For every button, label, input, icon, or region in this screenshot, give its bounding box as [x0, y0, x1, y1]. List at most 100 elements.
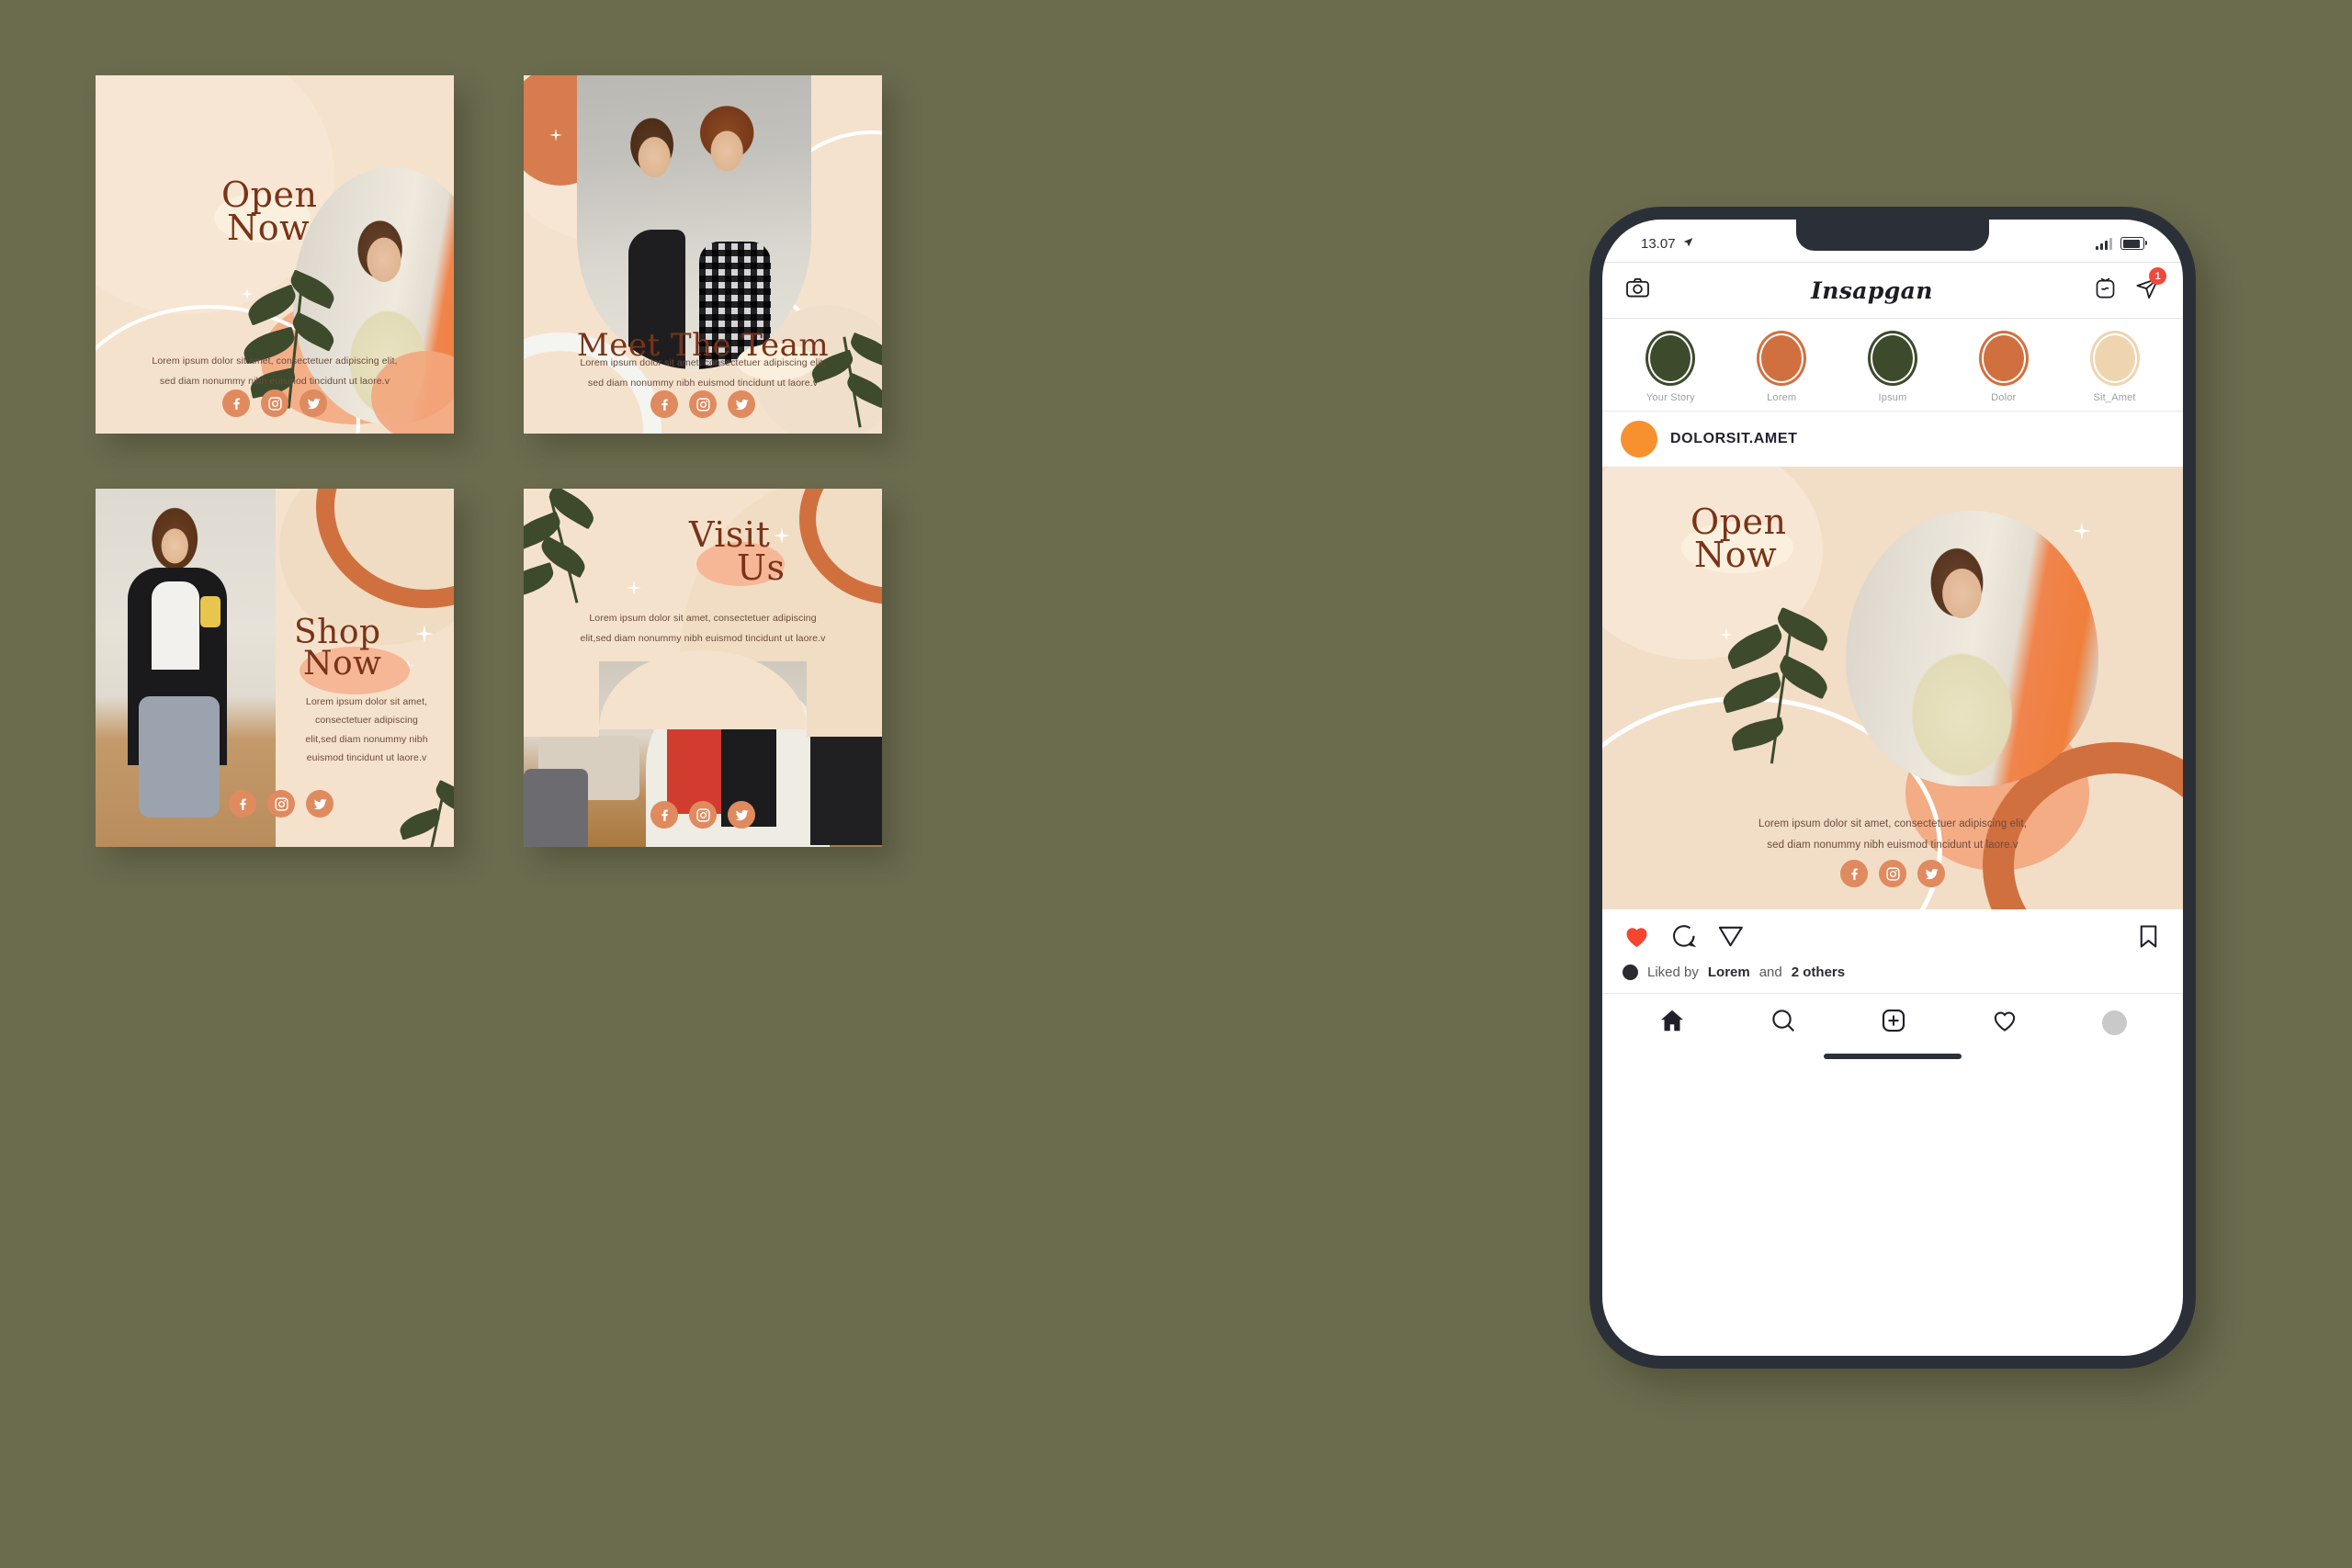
likes-middle: and — [1758, 964, 1782, 980]
card-photo — [577, 75, 811, 369]
twitter-icon[interactable] — [306, 790, 334, 818]
instagram-icon[interactable] — [261, 389, 288, 417]
mockup-canvas: Open Now Lorem ipsum dolor sit amet, con… — [0, 0, 2352, 1568]
story-avatar[interactable] — [1757, 331, 1807, 386]
story-avatar[interactable] — [2089, 331, 2140, 386]
story-avatar[interactable] — [1867, 331, 1917, 386]
heart-filled-icon[interactable] — [1623, 922, 1651, 955]
home-icon[interactable] — [1658, 1007, 1686, 1039]
story-avatar[interactable] — [1645, 331, 1696, 386]
add-post-icon[interactable] — [1880, 1007, 1907, 1039]
card-body-line-2: elit,sed diam nonummy nibh euismod tinci… — [580, 633, 826, 645]
instagram-icon[interactable] — [1879, 860, 1906, 887]
facebook-icon[interactable] — [222, 389, 250, 417]
likes-row[interactable]: Liked by Lorem and 2 others — [1602, 963, 2183, 993]
post-body: Lorem ipsum dolor sit amet, consectetuer… — [1602, 814, 2183, 856]
heart-icon[interactable] — [1991, 1007, 2018, 1039]
story-item[interactable]: Sit_Amet — [2076, 331, 2154, 403]
sparkle-icon — [627, 581, 641, 595]
twitter-icon[interactable] — [300, 389, 327, 417]
message-badge: 1 — [2149, 267, 2166, 285]
card-body-line-4: euismod tincidunt ut laore.v — [306, 752, 427, 764]
card-body-line-2: consectetuer adipiscing — [314, 715, 419, 727]
card-body-line-1: Lorem ipsum dolor sit amet, consectetuer… — [580, 357, 826, 368]
facebook-icon[interactable] — [650, 390, 678, 418]
social-links[interactable] — [650, 801, 755, 829]
story-label: Dolor — [1991, 392, 2017, 403]
card-title: Visit Us — [689, 514, 786, 589]
card-meet-the-team[interactable]: Meet The Team Lorem ipsum dolor sit amet… — [524, 75, 882, 434]
card-body: Lorem ipsum dolor sit amet, consectetuer… — [279, 693, 454, 768]
twitter-icon[interactable] — [728, 801, 755, 829]
story-item[interactable]: Lorem — [1743, 331, 1820, 403]
card-title-line-2: Now — [227, 208, 311, 249]
post-title-line-1: Open — [1690, 502, 1787, 542]
facebook-icon[interactable] — [229, 790, 256, 818]
instagram-icon[interactable] — [267, 790, 295, 818]
home-indicator — [1824, 1054, 1962, 1059]
stories-row[interactable]: Your Story Lorem Ipsum Dolor Sit_Amet — [1602, 319, 2183, 412]
phone-screen: 13.07 Insapgan 1 Your Story Lorem Ipsum … — [1602, 220, 2183, 1356]
likes-prefix: Liked by — [1647, 964, 1699, 980]
post-username[interactable]: DOLORSIT.AMET — [1670, 431, 1797, 447]
instagram-icon[interactable] — [689, 801, 717, 829]
tab-bar[interactable] — [1602, 993, 2183, 1048]
send-message-icon[interactable] — [1716, 922, 1745, 955]
story-item[interactable]: Ipsum — [1854, 331, 1931, 403]
card-title-line-2: Now — [303, 645, 382, 683]
likes-user[interactable]: Lorem — [1708, 964, 1750, 980]
post-actions[interactable] — [1602, 909, 2183, 963]
igtv-icon[interactable] — [2093, 276, 2118, 305]
leaf-decoration — [396, 780, 454, 847]
twitter-icon[interactable] — [728, 390, 755, 418]
phone-notch — [1796, 220, 1989, 251]
twitter-icon[interactable] — [1917, 860, 1945, 887]
bookmark-icon[interactable] — [2134, 922, 2163, 955]
status-time: 13.07 — [1641, 235, 1676, 252]
post-body-line-1: Lorem ipsum dolor sit amet, consectetuer… — [1758, 818, 2028, 829]
story-label: Lorem — [1767, 392, 1797, 403]
avatar[interactable] — [1621, 421, 1657, 457]
social-links[interactable] — [222, 389, 327, 417]
card-body: Lorem ipsum dolor sit amet, consectetuer… — [96, 351, 454, 391]
comment-icon[interactable] — [1669, 922, 1698, 955]
card-body: Lorem ipsum dolor sit amet, consectetuer… — [524, 353, 882, 393]
location-arrow-icon — [1682, 236, 1694, 252]
camera-icon[interactable] — [1624, 275, 1651, 306]
story-label: Your Story — [1645, 392, 1695, 403]
card-visit-us[interactable]: Visit Us Lorem ipsum dolor sit amet, con… — [524, 489, 882, 847]
facebook-icon[interactable] — [1840, 860, 1868, 887]
story-item[interactable]: Your Story — [1632, 331, 1709, 403]
story-avatar[interactable] — [1978, 331, 2029, 386]
social-links[interactable] — [229, 790, 334, 818]
story-item[interactable]: Dolor — [1965, 331, 2042, 403]
card-shop-now[interactable]: Shop Now Lorem ipsum dolor sit amet, con… — [96, 489, 454, 847]
profile-avatar-icon[interactable] — [2101, 1010, 2127, 1035]
post-image[interactable]: Open Now Lorem ipsum dolor sit amet, con… — [1602, 467, 2183, 909]
leaf-decoration — [1719, 606, 1841, 768]
post-title: Open Now — [1690, 502, 1787, 572]
send-message-icon[interactable]: 1 — [2134, 267, 2166, 306]
app-logo: Insapgan — [1811, 276, 1933, 304]
card-title-line-2: Us — [737, 547, 786, 589]
card-body-line-1: Lorem ipsum dolor sit amet, consectetuer… — [152, 355, 398, 367]
post-header[interactable]: DOLORSIT.AMET — [1602, 412, 2183, 467]
instagram-icon[interactable] — [689, 390, 717, 418]
likes-others[interactable]: 2 others — [1792, 964, 1845, 980]
app-header: Insapgan 1 — [1602, 262, 2183, 319]
card-title: Open Now — [221, 177, 317, 249]
facebook-icon[interactable] — [650, 801, 678, 829]
card-title-line-1: Visit — [689, 514, 771, 555]
leaf-decoration — [524, 489, 625, 623]
social-links[interactable] — [1840, 860, 1945, 887]
social-links[interactable] — [650, 390, 755, 418]
card-title-line-1: Shop — [294, 614, 381, 651]
sparkle-icon — [2073, 522, 2091, 540]
card-open-now[interactable]: Open Now Lorem ipsum dolor sit amet, con… — [96, 75, 454, 434]
card-body-line-3: elit,sed diam nonummy nibh — [305, 733, 428, 745]
story-label: Sit_Amet — [2093, 392, 2136, 403]
card-title: Shop Now — [294, 614, 382, 683]
post-body-line-2: sed diam nonummy nibh euismod tincidunt … — [1767, 840, 2018, 851]
card-body-line-1: Lorem ipsum dolor sit amet, consectetuer… — [589, 613, 817, 624]
search-icon[interactable] — [1770, 1007, 1797, 1039]
